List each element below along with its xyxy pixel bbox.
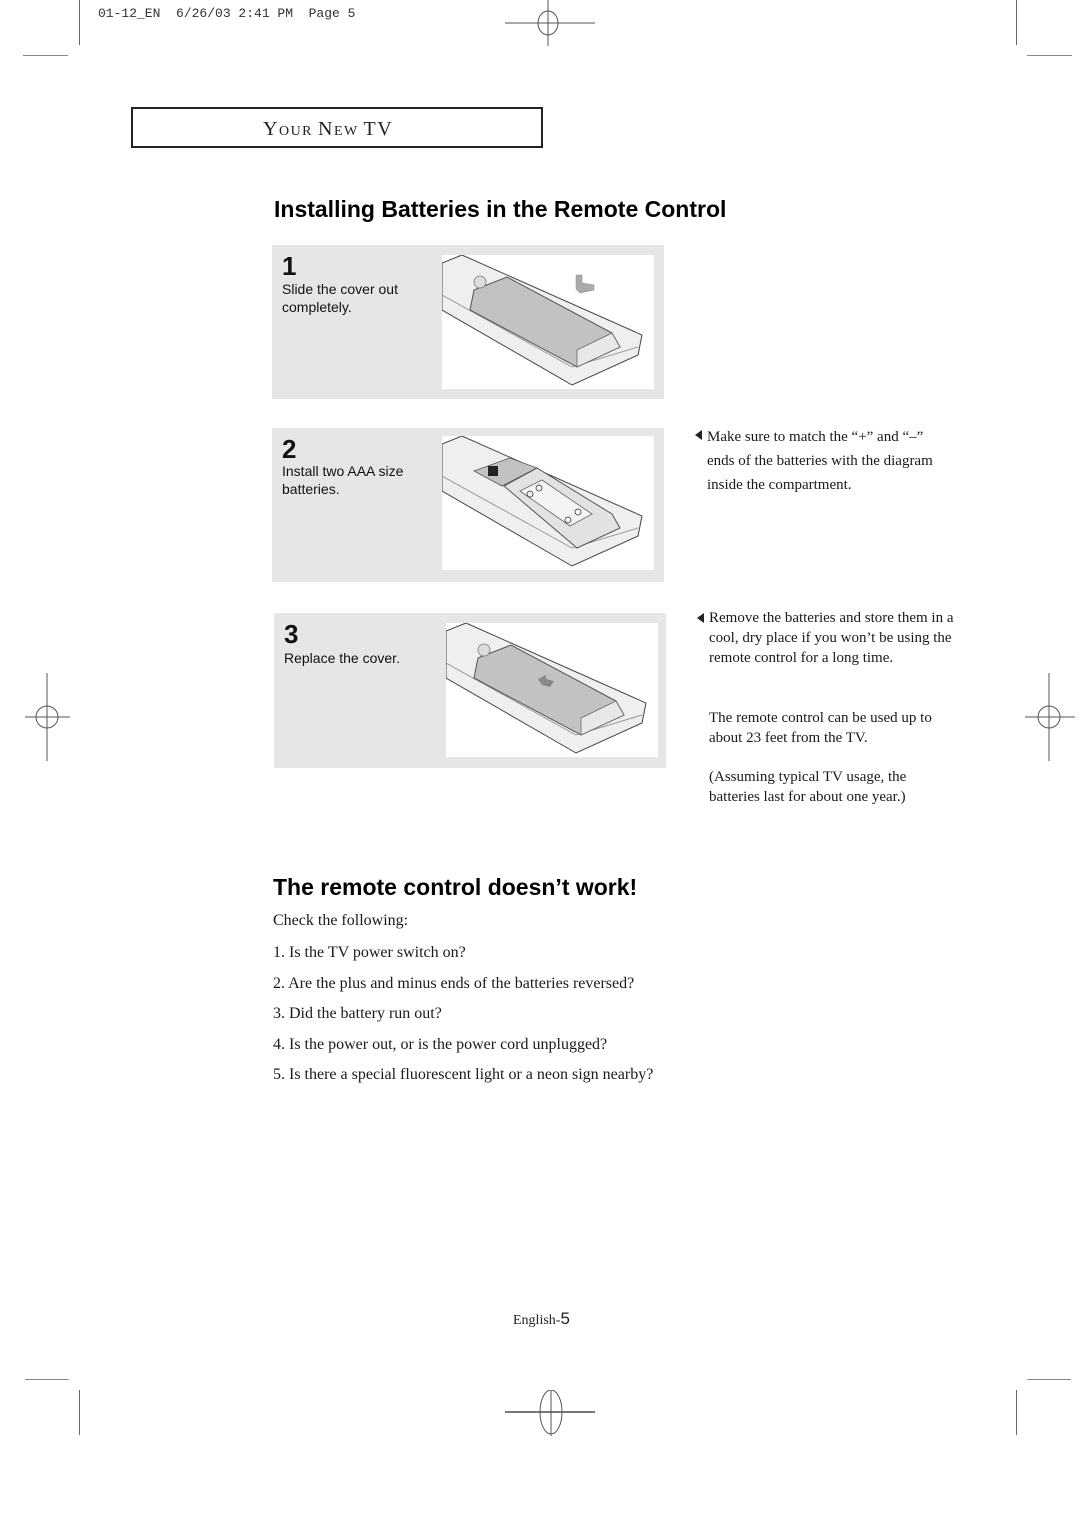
polarity-note-text: Make sure to match the “+” and “–” ends … bbox=[707, 429, 933, 493]
remote-cover-replace-image bbox=[445, 622, 647, 754]
header-smallcaps: EW bbox=[333, 124, 364, 139]
header-letter: TV bbox=[363, 118, 394, 140]
step-text: Install two AAA size batteries. bbox=[282, 463, 404, 497]
polarity-note: Make sure to match the “+” and “–” ends … bbox=[695, 425, 939, 497]
troubleshoot-title: The remote control doesn’t work! bbox=[273, 874, 638, 900]
registration-mark-top bbox=[505, 0, 595, 46]
registration-mark-bottom bbox=[505, 1390, 595, 1436]
step-number: 2 bbox=[282, 434, 297, 464]
troubleshoot-intro: Check the following: bbox=[273, 912, 409, 929]
header-smallcaps: OUR bbox=[278, 124, 319, 139]
remote-illustration bbox=[441, 435, 654, 570]
page-number: 5 bbox=[560, 1309, 570, 1328]
checklist-item: 1. Is the TV power switch on? bbox=[273, 944, 466, 961]
crop-mark bbox=[79, 1390, 80, 1435]
footer-label: English- bbox=[513, 1313, 561, 1328]
step-panel-3: 3 Replace the cover. bbox=[274, 613, 666, 768]
crop-mark bbox=[1027, 1379, 1071, 1380]
remote-cover-slide-out-image bbox=[441, 254, 643, 386]
crop-mark bbox=[1027, 55, 1072, 56]
registration-mark-left bbox=[25, 673, 70, 761]
checklist-item: 3. Did the battery run out? bbox=[273, 1005, 442, 1022]
crop-mark bbox=[25, 1379, 69, 1380]
print-slug: 01-12_EN 6/26/03 2:41 PM Page 5 bbox=[98, 6, 356, 21]
crop-mark bbox=[79, 0, 80, 45]
section-header: YOUR NEW TV bbox=[131, 107, 543, 148]
checklist-item: 4. Is the power out, or is the power cor… bbox=[273, 1036, 608, 1053]
range-note-text: The remote control can be used up to abo… bbox=[709, 710, 932, 746]
range-note: The remote control can be used up to abo… bbox=[709, 708, 934, 748]
checklist-item: 2. Are the plus and minus ends of the ba… bbox=[273, 975, 635, 992]
step-text: Slide the cover out completely. bbox=[282, 281, 398, 315]
storage-note: Remove the batteries and store them in a… bbox=[697, 608, 954, 668]
step-text: Replace the cover. bbox=[284, 650, 400, 666]
header-letter: Y bbox=[263, 118, 279, 140]
remote-illustration bbox=[441, 254, 654, 389]
bullet-arrow-icon bbox=[697, 613, 704, 623]
registration-mark-right bbox=[1025, 673, 1075, 761]
battery-life-note-text: (Assuming typical TV usage, the batterie… bbox=[709, 769, 907, 805]
section-header-title: YOUR NEW TV bbox=[263, 118, 393, 141]
battery-life-note: (Assuming typical TV usage, the batterie… bbox=[709, 767, 954, 807]
step-panel-2: 2 Install two AAA size batteries. bbox=[272, 428, 664, 582]
installing-title: Installing Batteries in the Remote Contr… bbox=[274, 196, 727, 222]
step-number: 1 bbox=[282, 251, 297, 281]
crop-mark bbox=[1016, 1390, 1017, 1435]
step-panel-1: 1 Slide the cover out completely. bbox=[272, 245, 664, 399]
step-number: 3 bbox=[284, 619, 299, 649]
bullet-arrow-icon bbox=[695, 430, 702, 440]
crop-mark bbox=[1016, 0, 1017, 45]
remote-batteries-installed-image bbox=[441, 435, 643, 567]
crop-mark bbox=[23, 55, 68, 56]
storage-note-text: Remove the batteries and store them in a… bbox=[709, 610, 954, 666]
page-footer: English-5 bbox=[513, 1309, 570, 1329]
remote-illustration bbox=[445, 622, 658, 757]
header-letter: N bbox=[318, 118, 334, 140]
checklist-item: 5. Is there a special fluorescent light … bbox=[273, 1066, 654, 1083]
